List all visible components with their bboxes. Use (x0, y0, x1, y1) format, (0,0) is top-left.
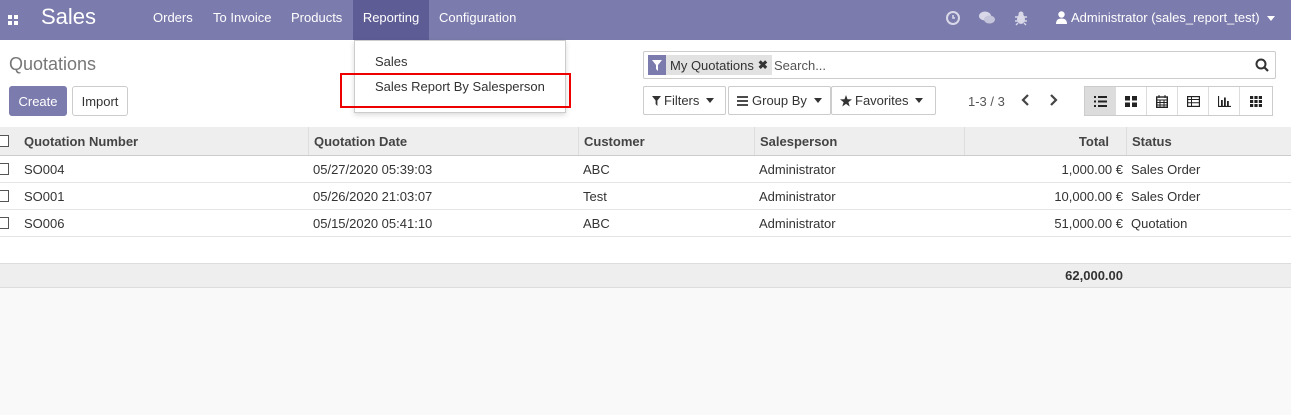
pivot-view-icon[interactable] (1178, 87, 1209, 115)
facet-remove-icon[interactable]: ✖ (758, 58, 772, 72)
menu-to-invoice[interactable]: To Invoice (213, 0, 272, 40)
user-menu[interactable]: Administrator (sales_report_test) (1056, 0, 1275, 36)
row-checkbox[interactable] (0, 217, 9, 229)
search-input[interactable] (774, 56, 1244, 74)
menu-reporting[interactable]: Reporting (353, 0, 429, 40)
quotation-date-cell: 05/27/2020 05:39:03 (313, 161, 433, 177)
group-by-button[interactable]: Group By (728, 86, 831, 115)
quotation-number-cell: SO001 (24, 188, 65, 204)
create-button[interactable]: Create (9, 86, 67, 116)
import-button[interactable]: Import (72, 86, 128, 116)
menu-configuration[interactable]: Configuration (439, 0, 516, 40)
total-cell: 51,000.00 € (1054, 215, 1123, 231)
chevron-left-icon[interactable] (1020, 93, 1032, 107)
customer-cell: ABC (583, 161, 610, 177)
total-cell: 10,000.00 € (1054, 188, 1123, 204)
column-header-status[interactable]: Status (1127, 127, 1291, 155)
dashboard-view-icon[interactable] (1240, 87, 1272, 115)
control-panel: Quotations Create Import My Quotations ✖… (0, 40, 1291, 128)
column-header-customer[interactable]: Customer (579, 127, 755, 155)
bars-icon (737, 95, 748, 106)
app-brand[interactable]: Sales (41, 4, 96, 30)
favorites-label: Favorites (855, 93, 909, 108)
quotation-date-cell: 05/15/2020 05:41:10 (313, 215, 433, 231)
filters-button[interactable]: Filters (643, 86, 726, 115)
total-cell: 1,000.00 € (1061, 161, 1123, 177)
dropdown-item-sales[interactable]: Sales (375, 54, 408, 69)
page-title: Quotations (9, 54, 97, 74)
caret-down-icon (915, 98, 924, 103)
salesperson-cell: Administrator (759, 215, 836, 231)
facet-label: My Quotations (670, 57, 754, 73)
row-checkbox[interactable] (0, 190, 9, 202)
table-footer: 62,000.00 (0, 263, 1291, 288)
table-header: Quotation Number Quotation Date Customer… (0, 127, 1291, 156)
annotation-highlight-box (340, 73, 571, 108)
filter-icon (652, 95, 661, 106)
top-navbar: Sales Orders To Invoice Products Reporti… (0, 0, 1291, 40)
calendar-view-icon[interactable] (1147, 87, 1178, 115)
table-row[interactable]: SO006 05/15/2020 05:41:10 ABC Administra… (0, 210, 1291, 237)
filters-label: Filters (664, 93, 700, 108)
salesperson-cell: Administrator (759, 188, 836, 204)
discuss-chat-icon[interactable] (978, 10, 996, 26)
caret-down-icon (1266, 16, 1275, 22)
quotation-date-cell: 05/26/2020 21:03:07 (313, 188, 433, 204)
status-cell: Sales Order (1131, 188, 1201, 204)
column-header-quotation-number[interactable]: Quotation Number (19, 127, 309, 155)
status-cell: Quotation (1131, 215, 1188, 231)
favorites-button[interactable]: Favorites (831, 86, 936, 115)
star-icon (840, 94, 852, 106)
row-checkbox[interactable] (0, 163, 9, 175)
user-icon (1056, 11, 1067, 24)
footer-total: 62,000.00 (1065, 268, 1123, 283)
search-icon[interactable] (1255, 58, 1269, 72)
salesperson-cell: Administrator (759, 161, 836, 177)
view-switcher (1084, 86, 1273, 116)
user-name: Administrator (sales_report_test) (1071, 10, 1260, 25)
select-all-checkbox[interactable] (0, 135, 9, 147)
column-header-salesperson[interactable]: Salesperson (755, 127, 965, 155)
activity-clock-icon[interactable] (945, 10, 961, 26)
status-cell: Sales Order (1131, 161, 1201, 177)
search-facet: My Quotations ✖ (648, 55, 772, 75)
column-header-quotation-date[interactable]: Quotation Date (309, 127, 579, 155)
quotation-number-cell: SO004 (24, 161, 65, 177)
kanban-view-icon[interactable] (1116, 87, 1147, 115)
customer-cell: Test (583, 188, 607, 204)
pager-value[interactable]: 1-3 / 3 (968, 94, 1005, 109)
chevron-right-icon[interactable] (1047, 93, 1059, 107)
caret-down-icon (813, 98, 822, 103)
empty-row (0, 237, 1291, 264)
customer-cell: ABC (583, 215, 610, 231)
column-header-total[interactable]: Total (965, 127, 1127, 155)
group-by-label: Group By (752, 93, 807, 108)
graph-view-icon[interactable] (1209, 87, 1240, 115)
list-view-icon[interactable] (1085, 87, 1116, 115)
quotation-number-cell: SO006 (24, 215, 65, 231)
menu-products[interactable]: Products (291, 0, 342, 40)
apps-menu-icon[interactable] (0, 0, 26, 40)
table-row[interactable]: SO004 05/27/2020 05:39:03 ABC Administra… (0, 156, 1291, 183)
table-row[interactable]: SO001 05/26/2020 21:03:07 Test Administr… (0, 183, 1291, 210)
menu-orders[interactable]: Orders (153, 0, 193, 40)
caret-down-icon (706, 98, 715, 103)
debug-bug-icon[interactable] (1013, 10, 1029, 26)
filter-icon (648, 55, 666, 75)
search-bar: My Quotations ✖ (643, 51, 1276, 79)
